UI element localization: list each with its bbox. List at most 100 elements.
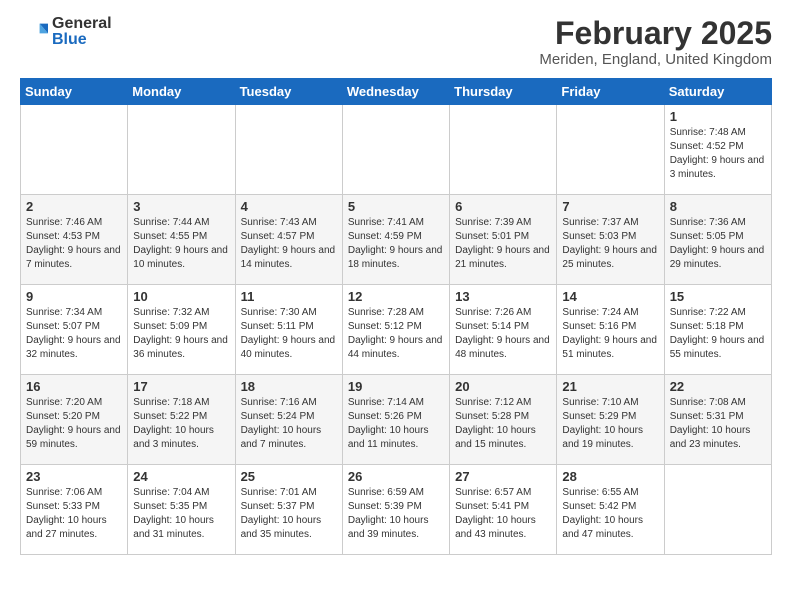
logo-icon xyxy=(20,18,48,46)
calendar-week-row: 23 Sunrise: 7:06 AM Sunset: 5:33 PM Dayli… xyxy=(21,465,772,555)
day-number: 27 xyxy=(455,469,551,484)
col-tuesday: Tuesday xyxy=(235,79,342,105)
day-number: 1 xyxy=(670,109,766,124)
calendar-cell xyxy=(342,105,449,195)
day-number: 24 xyxy=(133,469,229,484)
day-number: 20 xyxy=(455,379,551,394)
day-info: Sunrise: 7:46 AM Sunset: 4:53 PM Dayligh… xyxy=(26,216,122,272)
calendar-cell: 4 Sunrise: 7:43 AM Sunset: 4:57 PM Daylig… xyxy=(235,195,342,285)
day-info: Sunrise: 7:34 AM Sunset: 5:07 PM Dayligh… xyxy=(26,306,122,362)
calendar-week-row: 2 Sunrise: 7:46 AM Sunset: 4:53 PM Daylig… xyxy=(21,195,772,285)
calendar-cell xyxy=(21,105,128,195)
day-info: Sunrise: 7:36 AM Sunset: 5:05 PM Dayligh… xyxy=(670,216,766,272)
day-number: 8 xyxy=(670,199,766,214)
calendar-cell: 12 Sunrise: 7:28 AM Sunset: 5:12 PM Dayli… xyxy=(342,285,449,375)
day-info: Sunrise: 7:01 AM Sunset: 5:37 PM Dayligh… xyxy=(241,486,337,542)
calendar-cell xyxy=(450,105,557,195)
day-number: 14 xyxy=(562,289,658,304)
calendar-cell: 19Sunrise: 7:14 AM Sunset: 5:26 PM Dayli… xyxy=(342,375,449,465)
col-thursday: Thursday xyxy=(450,79,557,105)
day-number: 16 xyxy=(26,379,122,394)
day-info: Sunrise: 7:04 AM Sunset: 5:35 PM Dayligh… xyxy=(133,486,229,542)
day-number: 21 xyxy=(562,379,658,394)
logo-general-text: General xyxy=(52,16,112,32)
day-info: Sunrise: 7:30 AM Sunset: 5:11 PM Dayligh… xyxy=(241,306,337,362)
calendar-cell: 25Sunrise: 7:01 AM Sunset: 5:37 PM Dayli… xyxy=(235,465,342,555)
day-number: 22 xyxy=(670,379,766,394)
day-info: Sunrise: 7:41 AM Sunset: 4:59 PM Dayligh… xyxy=(348,216,444,272)
day-number: 7 xyxy=(562,199,658,214)
col-monday: Monday xyxy=(128,79,235,105)
day-info: Sunrise: 7:32 AM Sunset: 5:09 PM Dayligh… xyxy=(133,306,229,362)
calendar-cell: 2 Sunrise: 7:46 AM Sunset: 4:53 PM Daylig… xyxy=(21,195,128,285)
day-info: Sunrise: 7:48 AM Sunset: 4:52 PM Dayligh… xyxy=(670,126,766,182)
calendar-cell: 6 Sunrise: 7:39 AM Sunset: 5:01 PM Daylig… xyxy=(450,195,557,285)
calendar-week-row: 1 Sunrise: 7:48 AM Sunset: 4:52 PM Daylig… xyxy=(21,105,772,195)
calendar-cell: 17 Sunrise: 7:18 AM Sunset: 5:22 PM Dayli… xyxy=(128,375,235,465)
calendar-cell: 16 Sunrise: 7:20 AM Sunset: 5:20 PM Dayli… xyxy=(21,375,128,465)
day-number: 17 xyxy=(133,379,229,394)
day-info: Sunrise: 6:55 AM Sunset: 5:42 PM Dayligh… xyxy=(562,486,658,542)
day-number: 4 xyxy=(241,199,337,214)
calendar-cell: 23 Sunrise: 7:06 AM Sunset: 5:33 PM Dayli… xyxy=(21,465,128,555)
day-number: 9 xyxy=(26,289,122,304)
col-wednesday: Wednesday xyxy=(342,79,449,105)
calendar-cell: 3 Sunrise: 7:44 AM Sunset: 4:55 PM Daylig… xyxy=(128,195,235,285)
calendar-title: February 2025 xyxy=(539,16,772,51)
calendar-cell: 5Sunrise: 7:41 AM Sunset: 4:59 PM Daylig… xyxy=(342,195,449,285)
calendar-cell: 1 Sunrise: 7:48 AM Sunset: 4:52 PM Daylig… xyxy=(664,105,771,195)
day-number: 3 xyxy=(133,199,229,214)
calendar-header-row: Sunday Monday Tuesday Wednesday Thursday… xyxy=(21,79,772,105)
day-info: Sunrise: 7:22 AM Sunset: 5:18 PM Dayligh… xyxy=(670,306,766,362)
day-number: 26 xyxy=(348,469,444,484)
calendar-cell: 27 Sunrise: 6:57 AM Sunset: 5:41 PM Dayli… xyxy=(450,465,557,555)
day-info: Sunrise: 7:14 AM Sunset: 5:26 PM Dayligh… xyxy=(348,396,444,452)
day-number: 13 xyxy=(455,289,551,304)
col-friday: Friday xyxy=(557,79,664,105)
day-number: 6 xyxy=(455,199,551,214)
day-info: Sunrise: 7:44 AM Sunset: 4:55 PM Dayligh… xyxy=(133,216,229,272)
calendar-cell xyxy=(128,105,235,195)
calendar-cell: 26Sunrise: 6:59 AM Sunset: 5:39 PM Dayli… xyxy=(342,465,449,555)
calendar-cell: 9 Sunrise: 7:34 AM Sunset: 5:07 PM Daylig… xyxy=(21,285,128,375)
page: General Blue February 2025 Meriden, Engl… xyxy=(0,0,792,571)
calendar-week-row: 9 Sunrise: 7:34 AM Sunset: 5:07 PM Daylig… xyxy=(21,285,772,375)
calendar-cell: 10Sunrise: 7:32 AM Sunset: 5:09 PM Dayli… xyxy=(128,285,235,375)
calendar-cell: 21 Sunrise: 7:10 AM Sunset: 5:29 PM Dayli… xyxy=(557,375,664,465)
calendar-cell: 20 Sunrise: 7:12 AM Sunset: 5:28 PM Dayli… xyxy=(450,375,557,465)
calendar-cell: 28 Sunrise: 6:55 AM Sunset: 5:42 PM Dayli… xyxy=(557,465,664,555)
day-number: 28 xyxy=(562,469,658,484)
header: General Blue February 2025 Meriden, Engl… xyxy=(20,16,772,68)
calendar-cell: 11Sunrise: 7:30 AM Sunset: 5:11 PM Dayli… xyxy=(235,285,342,375)
day-info: Sunrise: 7:28 AM Sunset: 5:12 PM Dayligh… xyxy=(348,306,444,362)
calendar-cell: 13 Sunrise: 7:26 AM Sunset: 5:14 PM Dayli… xyxy=(450,285,557,375)
calendar-week-row: 16 Sunrise: 7:20 AM Sunset: 5:20 PM Dayli… xyxy=(21,375,772,465)
day-info: Sunrise: 7:12 AM Sunset: 5:28 PM Dayligh… xyxy=(455,396,551,452)
calendar-subtitle: Meriden, England, United Kingdom xyxy=(539,51,772,68)
calendar-cell xyxy=(664,465,771,555)
logo: General Blue xyxy=(20,16,112,48)
day-number: 12 xyxy=(348,289,444,304)
calendar-cell: 7Sunrise: 7:37 AM Sunset: 5:03 PM Daylig… xyxy=(557,195,664,285)
day-info: Sunrise: 7:08 AM Sunset: 5:31 PM Dayligh… xyxy=(670,396,766,452)
day-info: Sunrise: 7:20 AM Sunset: 5:20 PM Dayligh… xyxy=(26,396,122,452)
day-info: Sunrise: 7:06 AM Sunset: 5:33 PM Dayligh… xyxy=(26,486,122,542)
day-number: 2 xyxy=(26,199,122,214)
day-info: Sunrise: 7:24 AM Sunset: 5:16 PM Dayligh… xyxy=(562,306,658,362)
day-number: 15 xyxy=(670,289,766,304)
calendar-cell: 15 Sunrise: 7:22 AM Sunset: 5:18 PM Dayli… xyxy=(664,285,771,375)
calendar-cell: 18 Sunrise: 7:16 AM Sunset: 5:24 PM Dayli… xyxy=(235,375,342,465)
logo-text: General Blue xyxy=(52,16,112,48)
day-info: Sunrise: 7:18 AM Sunset: 5:22 PM Dayligh… xyxy=(133,396,229,452)
calendar-cell: 22 Sunrise: 7:08 AM Sunset: 5:31 PM Dayli… xyxy=(664,375,771,465)
day-info: Sunrise: 7:16 AM Sunset: 5:24 PM Dayligh… xyxy=(241,396,337,452)
day-info: Sunrise: 7:26 AM Sunset: 5:14 PM Dayligh… xyxy=(455,306,551,362)
day-info: Sunrise: 7:39 AM Sunset: 5:01 PM Dayligh… xyxy=(455,216,551,272)
logo-blue-text: Blue xyxy=(52,32,112,48)
day-number: 18 xyxy=(241,379,337,394)
day-info: Sunrise: 7:10 AM Sunset: 5:29 PM Dayligh… xyxy=(562,396,658,452)
day-info: Sunrise: 7:43 AM Sunset: 4:57 PM Dayligh… xyxy=(241,216,337,272)
calendar-cell: 8 Sunrise: 7:36 AM Sunset: 5:05 PM Daylig… xyxy=(664,195,771,285)
day-number: 23 xyxy=(26,469,122,484)
day-info: Sunrise: 6:57 AM Sunset: 5:41 PM Dayligh… xyxy=(455,486,551,542)
